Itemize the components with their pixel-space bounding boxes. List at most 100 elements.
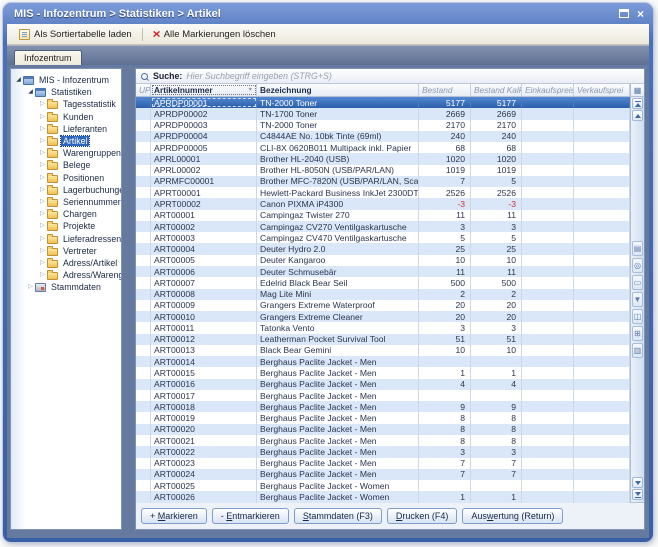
markieren-button[interactable]: + Markieren bbox=[141, 508, 207, 524]
tree-item-lagerbuchungen[interactable]: ▷Lagerbuchungen bbox=[11, 184, 121, 196]
table-row[interactable]: APRDP00002TN-1700 Toner26692669 bbox=[136, 108, 630, 119]
tree-expand-icon[interactable]: ▷ bbox=[38, 271, 47, 279]
scroll-up-button[interactable] bbox=[632, 110, 643, 121]
column-header-verkaufspreis[interactable]: Verkaufsprei bbox=[574, 84, 630, 96]
table-row[interactable]: APRMFC00001Brother MFC-7820N (USB/PAR/LA… bbox=[136, 176, 630, 187]
column-header-bestand[interactable]: Bestand bbox=[419, 84, 471, 96]
auswertung-button[interactable]: Auswertung (Return) bbox=[462, 508, 563, 524]
tree-item-warengruppen[interactable]: ▷Warengruppen bbox=[11, 147, 121, 159]
table-row[interactable]: ART00010Grangers Extreme Cleaner2020 bbox=[136, 311, 630, 322]
tree-item-chargen[interactable]: ▷Chargen bbox=[11, 208, 121, 220]
table-row[interactable]: ART00016Berghaus Paclite Jacket - Men44 bbox=[136, 379, 630, 390]
table-row[interactable]: APRT00001Hewlett-Packard Business InkJet… bbox=[136, 187, 630, 198]
close-icon[interactable]: × bbox=[637, 9, 644, 19]
restore-icon[interactable] bbox=[619, 9, 629, 18]
tree-item-mis-infozentrum[interactable]: ◢MIS - Infozentrum bbox=[11, 74, 121, 86]
export-icon[interactable]: ⊞ bbox=[632, 326, 643, 341]
table-row[interactable]: ART00011Tatonka Vento33 bbox=[136, 322, 630, 333]
clear-marks-button[interactable]: × Alle Markierungen löschen bbox=[147, 27, 282, 42]
table-row[interactable]: ART00018Berghaus Paclite Jacket - Men99 bbox=[136, 401, 630, 412]
tree-expand-icon[interactable]: ▷ bbox=[38, 259, 47, 267]
tree-item-seriennummern[interactable]: ▷Seriennummern bbox=[11, 196, 121, 208]
entmarkieren-button[interactable]: - Entmarkieren bbox=[212, 508, 289, 524]
table-row[interactable]: ART00019Berghaus Paclite Jacket - Men88 bbox=[136, 412, 630, 423]
table-row[interactable]: ART00024Berghaus Paclite Jacket - Men77 bbox=[136, 469, 630, 480]
table-row[interactable]: ART00020Berghaus Paclite Jacket - Men88 bbox=[136, 424, 630, 435]
column-header-einkaufspreis[interactable]: Einkaufspreis bbox=[522, 84, 574, 96]
tree-expand-icon[interactable]: ▷ bbox=[38, 235, 47, 243]
table-row[interactable]: ART00025Berghaus Paclite Jacket - Women bbox=[136, 480, 630, 491]
table-row[interactable]: ART00009Grangers Extreme Waterproof2020 bbox=[136, 300, 630, 311]
tree-expand-icon[interactable]: ▷ bbox=[38, 137, 47, 145]
tree-expand-icon[interactable]: ▷ bbox=[38, 210, 47, 218]
tab-infozentrum[interactable]: Infozentrum bbox=[14, 50, 82, 65]
tree-item-lieferanten[interactable]: ▷Lieferanten bbox=[11, 123, 121, 135]
table-row[interactable]: APRDP00001TN-2000 Toner51775177 bbox=[136, 97, 630, 108]
column-chooser-button[interactable]: ▦ bbox=[631, 84, 644, 97]
search-input[interactable] bbox=[186, 71, 640, 81]
tree-expand-icon[interactable]: ▷ bbox=[38, 113, 47, 121]
tree-expand-icon[interactable]: ▷ bbox=[38, 186, 47, 194]
table-row[interactable]: ART00021Berghaus Paclite Jacket - Men88 bbox=[136, 435, 630, 446]
table-row[interactable]: ART00022Berghaus Paclite Jacket - Men33 bbox=[136, 446, 630, 457]
tree-item-positionen[interactable]: ▷Positionen bbox=[11, 172, 121, 184]
drucken-button[interactable]: Drucken (F4) bbox=[387, 508, 458, 524]
tree-item-projekte[interactable]: ▷Projekte bbox=[11, 220, 121, 232]
tree-item-adress-warengruppen[interactable]: ▷Adress/Warengruppen bbox=[11, 269, 121, 281]
tree-expand-icon[interactable]: ▷ bbox=[38, 247, 47, 255]
load-sort-table-button[interactable]: Als Sortiertabelle laden bbox=[13, 27, 138, 42]
tree-item-statistiken[interactable]: ◢Statistiken bbox=[11, 86, 121, 98]
filter-icon[interactable]: ▼ bbox=[632, 292, 643, 307]
tree-expand-icon[interactable]: ▷ bbox=[38, 174, 47, 182]
tree-expand-icon[interactable]: ▷ bbox=[26, 283, 35, 291]
tree-item-adress-artikel[interactable]: ▷Adress/Artikel bbox=[11, 257, 121, 269]
table-row[interactable]: ART00012Leatherman Pocket Survival Tool5… bbox=[136, 334, 630, 345]
table-row[interactable]: ART00015Berghaus Paclite Jacket - Men11 bbox=[136, 367, 630, 378]
table-row[interactable]: APRDP00003TN-2000 Toner21702170 bbox=[136, 120, 630, 131]
table-row[interactable]: ART00006Deuter Schmusebär1111 bbox=[136, 266, 630, 277]
table-row[interactable]: ART00023Berghaus Paclite Jacket - Men77 bbox=[136, 458, 630, 469]
tree-expand-icon[interactable]: ▷ bbox=[38, 125, 47, 133]
details-icon[interactable]: ▤ bbox=[632, 241, 643, 256]
scroll-to-bottom-button[interactable] bbox=[632, 489, 643, 500]
table-row[interactable]: ART00002Campingaz CV270 Ventilgaskartusc… bbox=[136, 221, 630, 232]
tree-expand-icon[interactable]: ▷ bbox=[38, 161, 47, 169]
table-row[interactable]: APRDP00005CLI-8X 0620B011 Multipack inkl… bbox=[136, 142, 630, 153]
tree-collapse-icon[interactable]: ◢ bbox=[14, 76, 23, 84]
table-row[interactable]: APRT00002Canon PIXMA iP4300-3-3 bbox=[136, 198, 630, 209]
column-header-up[interactable]: UP bbox=[136, 84, 151, 96]
search-icon[interactable]: ◎ bbox=[632, 258, 643, 273]
table-row[interactable]: ART00007Edelrid Black Bear Seil500500 bbox=[136, 277, 630, 288]
table-row[interactable]: ART00001Campingaz Twister 2701111 bbox=[136, 210, 630, 221]
tree-expand-icon[interactable]: ▷ bbox=[38, 149, 47, 157]
tree-item-artikel[interactable]: ▷Artikel bbox=[11, 135, 121, 147]
tree-expand-icon[interactable]: ▷ bbox=[38, 222, 47, 230]
scroll-down-button[interactable] bbox=[632, 477, 643, 488]
table-row[interactable]: APRDP00004C4844AE No. 10bk Tinte (69ml)2… bbox=[136, 131, 630, 142]
tree-item-stammdaten[interactable]: ▷Stammdaten bbox=[11, 281, 121, 293]
scroll-to-top-button[interactable] bbox=[632, 98, 643, 109]
column-header-bezeichnung[interactable]: Bezeichnung bbox=[257, 84, 419, 96]
print-icon[interactable]: ▥ bbox=[632, 343, 643, 358]
table-row[interactable]: ART00008Mag Lite Mini22 bbox=[136, 289, 630, 300]
tree-item-lieferadressen[interactable]: ▷Lieferadressen bbox=[11, 232, 121, 244]
tree-expand-icon[interactable]: ▷ bbox=[38, 100, 47, 108]
tree-item-kunden[interactable]: ▷Kunden bbox=[11, 111, 121, 123]
stammdaten-button[interactable]: Stammdaten (F3) bbox=[294, 508, 382, 524]
table-row[interactable]: ART00004Deuter Hydro 2.02525 bbox=[136, 243, 630, 254]
table-row[interactable]: ART00013Black Bear Gemini1010 bbox=[136, 345, 630, 356]
edit-icon[interactable]: ▭ bbox=[632, 275, 643, 290]
tree-expand-icon[interactable]: ▷ bbox=[38, 198, 47, 206]
table-row[interactable]: ART00003Campingaz CV470 Ventilgaskartusc… bbox=[136, 232, 630, 243]
table-row[interactable]: APRL00002Brother HL-8050N (USB/PAR/LAN)1… bbox=[136, 165, 630, 176]
tree-item-vertreter[interactable]: ▷Vertreter bbox=[11, 245, 121, 257]
table-row[interactable]: APRL00001Brother HL-2040 (USB)10201020 bbox=[136, 153, 630, 164]
columns-icon[interactable]: ◫ bbox=[632, 309, 643, 324]
table-row[interactable]: ART00017Berghaus Paclite Jacket - Men bbox=[136, 390, 630, 401]
tree-item-belege[interactable]: ▷Belege bbox=[11, 159, 121, 171]
tree-item-tagesstatistik[interactable]: ▷Tagesstatistik bbox=[11, 98, 121, 110]
column-header-artikelnummer[interactable]: Artikelnummer▼ bbox=[151, 84, 257, 96]
column-header-bestand_kalk[interactable]: Bestand Kalk.. bbox=[471, 84, 522, 96]
table-row[interactable]: ART00014Berghaus Paclite Jacket - Men bbox=[136, 356, 630, 367]
tree-collapse-icon[interactable]: ◢ bbox=[26, 88, 35, 96]
